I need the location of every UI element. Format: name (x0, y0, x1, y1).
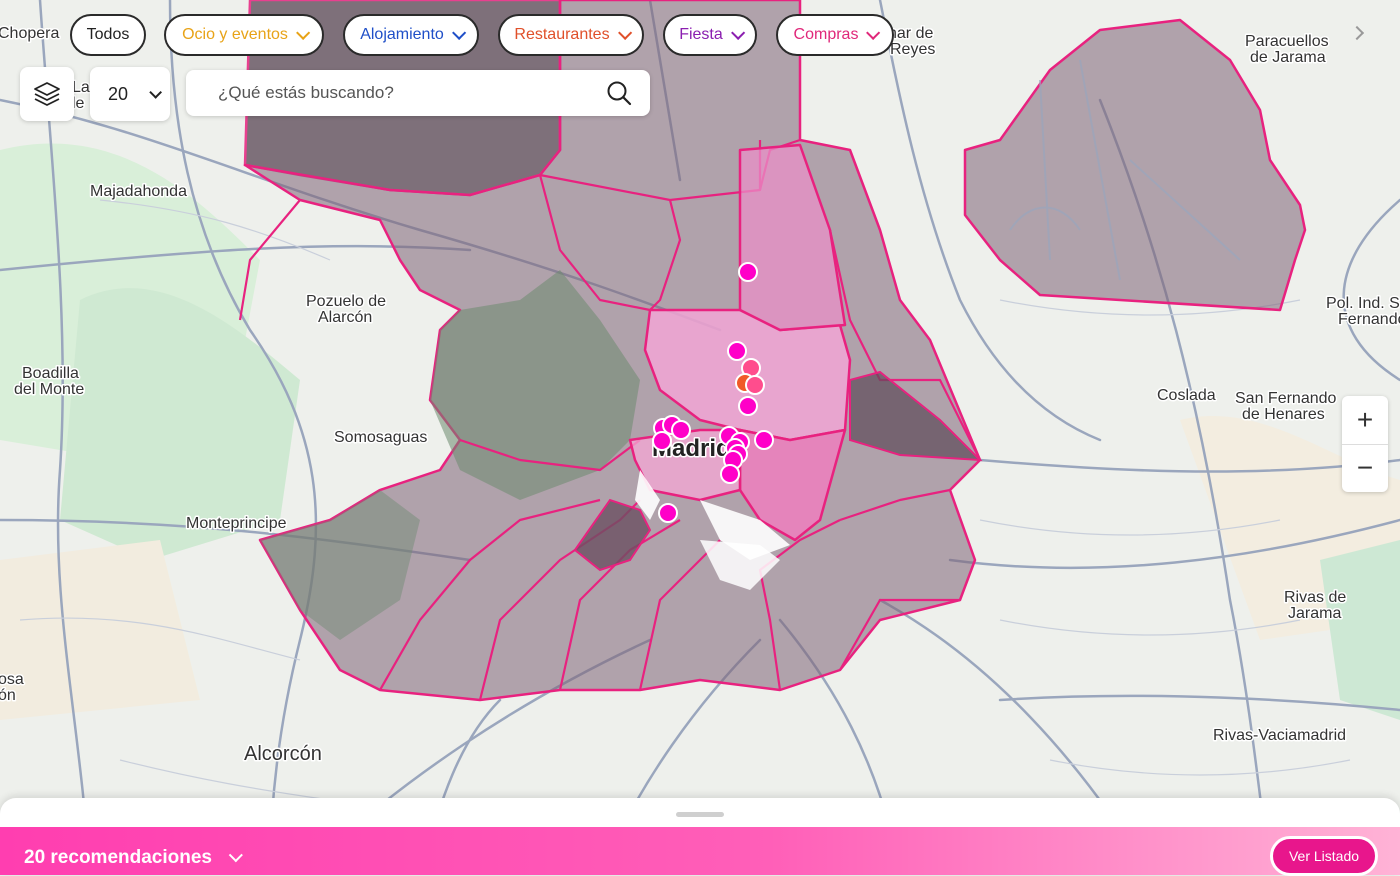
map-label-polind-2: Fernando (1338, 311, 1400, 328)
map-label-somosaguas: Somosaguas (334, 429, 427, 446)
zoom-in-button[interactable]: + (1342, 396, 1388, 445)
map-label-sanfernando-2: de Henares (1242, 406, 1325, 423)
layers-icon (34, 82, 60, 106)
map-marker[interactable] (671, 420, 691, 440)
filter-chip-todos[interactable]: Todos (70, 14, 146, 56)
map-label-rivasvaciamadrid: Rivas-Vaciamadrid (1213, 727, 1346, 744)
chevron-down-icon (228, 848, 243, 863)
chevron-down-icon (149, 85, 162, 99)
chevron-down-icon (730, 25, 745, 40)
map-label-rivas-2: Jarama (1288, 605, 1341, 622)
filter-chip-compras[interactable]: Compras (776, 14, 894, 56)
filter-chip-label: Ocio y eventos (182, 26, 288, 43)
zoom-control: + − (1342, 396, 1388, 492)
map-label-paracuellos: Paracuellos (1245, 33, 1329, 50)
map-marker[interactable] (738, 262, 758, 282)
map-label-paracuellos-2: de Jarama (1250, 49, 1326, 66)
map-label-sanfernando: San Fernando (1235, 390, 1337, 407)
filter-chip-fiesta[interactable]: Fiesta (663, 14, 757, 56)
recommendations-bar: 20 recomendaciones Ver Listado (0, 827, 1400, 876)
map-label-reyes: nar de (888, 25, 933, 42)
map-marker[interactable] (652, 431, 672, 451)
filter-chip-label: Compras (793, 26, 859, 43)
map-label-chopera: Chopera (0, 25, 59, 42)
map-marker[interactable] (727, 341, 747, 361)
map-label-coslada: Coslada (1157, 387, 1216, 404)
filter-chip-label: Fiesta (679, 26, 723, 43)
filter-chip-label: Restaurantes (514, 26, 610, 43)
recommendations-toggle[interactable]: 20 recomendaciones (24, 847, 243, 869)
filter-chip-restaurantes[interactable]: Restaurantes (498, 14, 644, 56)
map-label-polind: Pol. Ind. S (1326, 295, 1400, 312)
map-label-pozuelo: Pozuelo de (306, 293, 386, 310)
map-marker[interactable] (745, 375, 765, 395)
map-label-boadilla-2: del Monte (14, 381, 84, 398)
results-count-value: 20 (108, 83, 129, 104)
filter-chip-ocio[interactable]: Ocio y eventos (164, 14, 324, 56)
map-label-rosa: osa (0, 671, 24, 688)
filter-chip-label: Alojamiento (360, 26, 444, 43)
map-label-rosa-2: ón (0, 687, 16, 704)
layers-button[interactable] (20, 67, 74, 121)
drag-handle[interactable] (676, 812, 724, 817)
map[interactable]: Chopera Las le Majadahonda Pozuelo de Al… (0, 0, 1400, 875)
chevron-down-icon (617, 25, 632, 40)
map-marker[interactable] (738, 396, 758, 416)
zoom-out-button[interactable]: − (1342, 445, 1388, 493)
filter-chip-alojamiento[interactable]: Alojamiento (343, 14, 479, 56)
map-label-monteprincipe: Monteprincipe (186, 515, 287, 532)
map-label-rivas: Rivas de (1284, 589, 1346, 606)
search-icon[interactable] (606, 80, 632, 106)
map-label-alcorcon: Alcorcón (244, 743, 322, 765)
map-label-pozuelo-2: Alarcón (318, 309, 372, 326)
map-label-reyes-2: Reyes (890, 41, 935, 58)
search-box[interactable] (186, 70, 650, 116)
bottom-sheet[interactable]: 20 recomendaciones Ver Listado (0, 798, 1400, 876)
view-list-button[interactable]: Ver Listado (1270, 836, 1378, 876)
map-marker[interactable] (720, 464, 740, 484)
results-count-select[interactable]: 20 (90, 67, 170, 121)
map-marker[interactable] (658, 503, 678, 523)
filter-chip-label: Todos (86, 26, 130, 43)
chevron-down-icon (451, 25, 466, 40)
map-label-boadilla: Boadilla (22, 365, 79, 382)
chevron-down-icon (866, 25, 881, 40)
search-input[interactable] (216, 82, 606, 104)
map-label-majadahonda: Majadahonda (90, 183, 187, 200)
recommendations-count: 20 recomendaciones (24, 847, 212, 868)
map-marker[interactable] (754, 430, 774, 450)
chevron-down-icon (295, 25, 311, 40)
